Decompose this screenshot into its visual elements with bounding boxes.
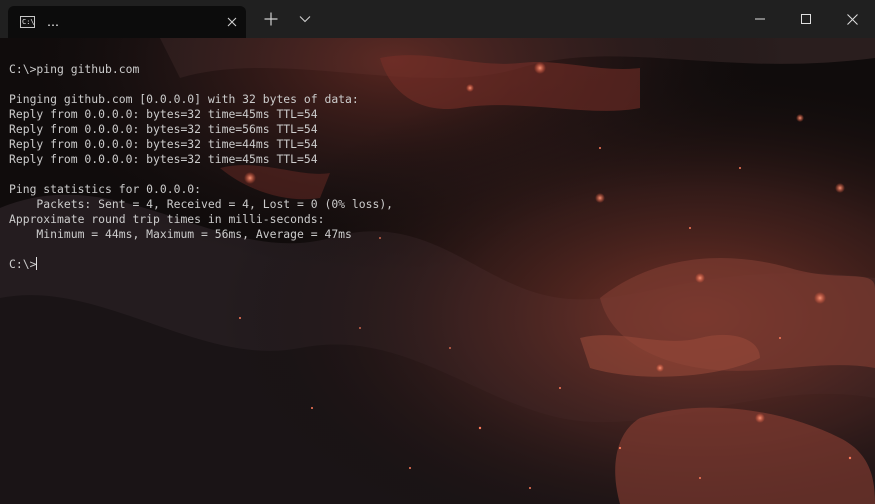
minimize-button[interactable] [737, 0, 783, 38]
chevron-down-icon [299, 16, 311, 23]
tab-close-button[interactable] [222, 12, 242, 32]
terminal-pane[interactable]: C:\>ping github.com Pinging github.com [0… [0, 38, 875, 504]
terminal-window: C:\ … C:\>ping github.com Pinging github… [0, 0, 875, 504]
terminal-line: Reply from 0.0.0.0: bytes=32 time=45ms T… [9, 107, 318, 121]
terminal-line: C:\>ping github.com [9, 62, 140, 76]
tab-title: … [47, 15, 59, 29]
title-bar[interactable]: C:\ … [0, 0, 875, 38]
terminal-output: C:\>ping github.com Pinging github.com [0… [9, 62, 393, 272]
terminal-line: Reply from 0.0.0.0: bytes=32 time=45ms T… [9, 152, 318, 166]
terminal-line: Pinging github.com [0.0.0.0] with 32 byt… [9, 92, 359, 106]
tab-command-prompt[interactable]: C:\ … [8, 6, 246, 38]
terminal-line: Reply from 0.0.0.0: bytes=32 time=44ms T… [9, 137, 318, 151]
terminal-line: Approximate round trip times in milli-se… [9, 212, 325, 226]
plus-icon [264, 12, 278, 26]
minimize-icon [755, 18, 765, 20]
maximize-icon [801, 14, 811, 24]
terminal-line: Ping statistics for 0.0.0.0: [9, 182, 202, 196]
new-tab-button[interactable] [254, 0, 288, 38]
text-cursor [36, 257, 38, 270]
close-button[interactable] [829, 0, 875, 38]
window-caption-buttons [737, 0, 875, 38]
maximize-button[interactable] [783, 0, 829, 38]
tab-dropdown-button[interactable] [288, 0, 322, 38]
terminal-line: Packets: Sent = 4, Received = 4, Lost = … [9, 197, 394, 211]
terminal-line: Minimum = 44ms, Maximum = 56ms, Average … [9, 227, 352, 241]
close-icon [227, 17, 237, 27]
terminal-line: Reply from 0.0.0.0: bytes=32 time=56ms T… [9, 122, 318, 136]
command-prompt-icon: C:\ [20, 16, 35, 28]
prompt-line[interactable]: C:\> [9, 257, 393, 272]
prompt: C:\> [9, 257, 37, 271]
close-icon [846, 13, 858, 25]
